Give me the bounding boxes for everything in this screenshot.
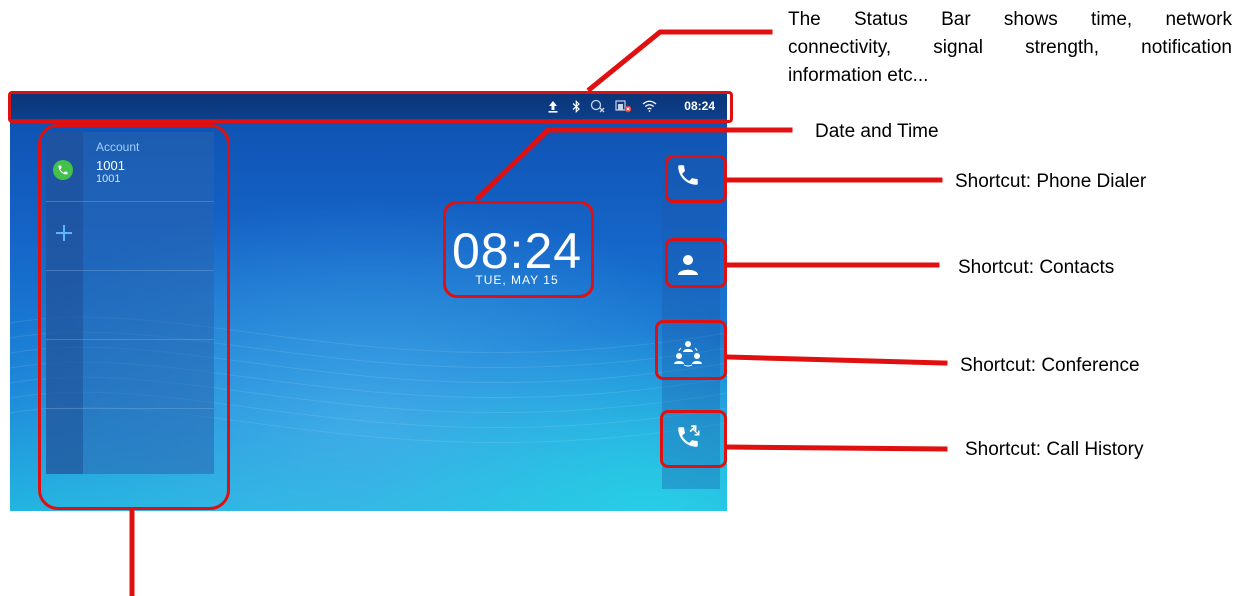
status-bar-callout-line-3: information etc... [788, 65, 929, 86]
call-history-leader-line [724, 444, 948, 452]
status-bar-callout-line-1: The Status Bar shows time, network [788, 9, 1232, 30]
status-bar-callout-line-2: connectivity, signal strength, notificat… [788, 37, 1232, 58]
date-time-callout: Date and Time [815, 121, 939, 142]
status-bar-callout: The Status Bar shows time, network conne… [788, 6, 1232, 90]
contacts-callout: Shortcut: Contacts [958, 257, 1115, 278]
date-time-leader-line [474, 127, 793, 202]
conference-callout: Shortcut: Conference [960, 355, 1140, 376]
phone-dialer-callout: Shortcut: Phone Dialer [955, 171, 1147, 192]
status-bar-leader-line [586, 29, 773, 93]
call-history-callout: Shortcut: Call History [965, 439, 1144, 460]
conference-leader-line [724, 354, 948, 366]
